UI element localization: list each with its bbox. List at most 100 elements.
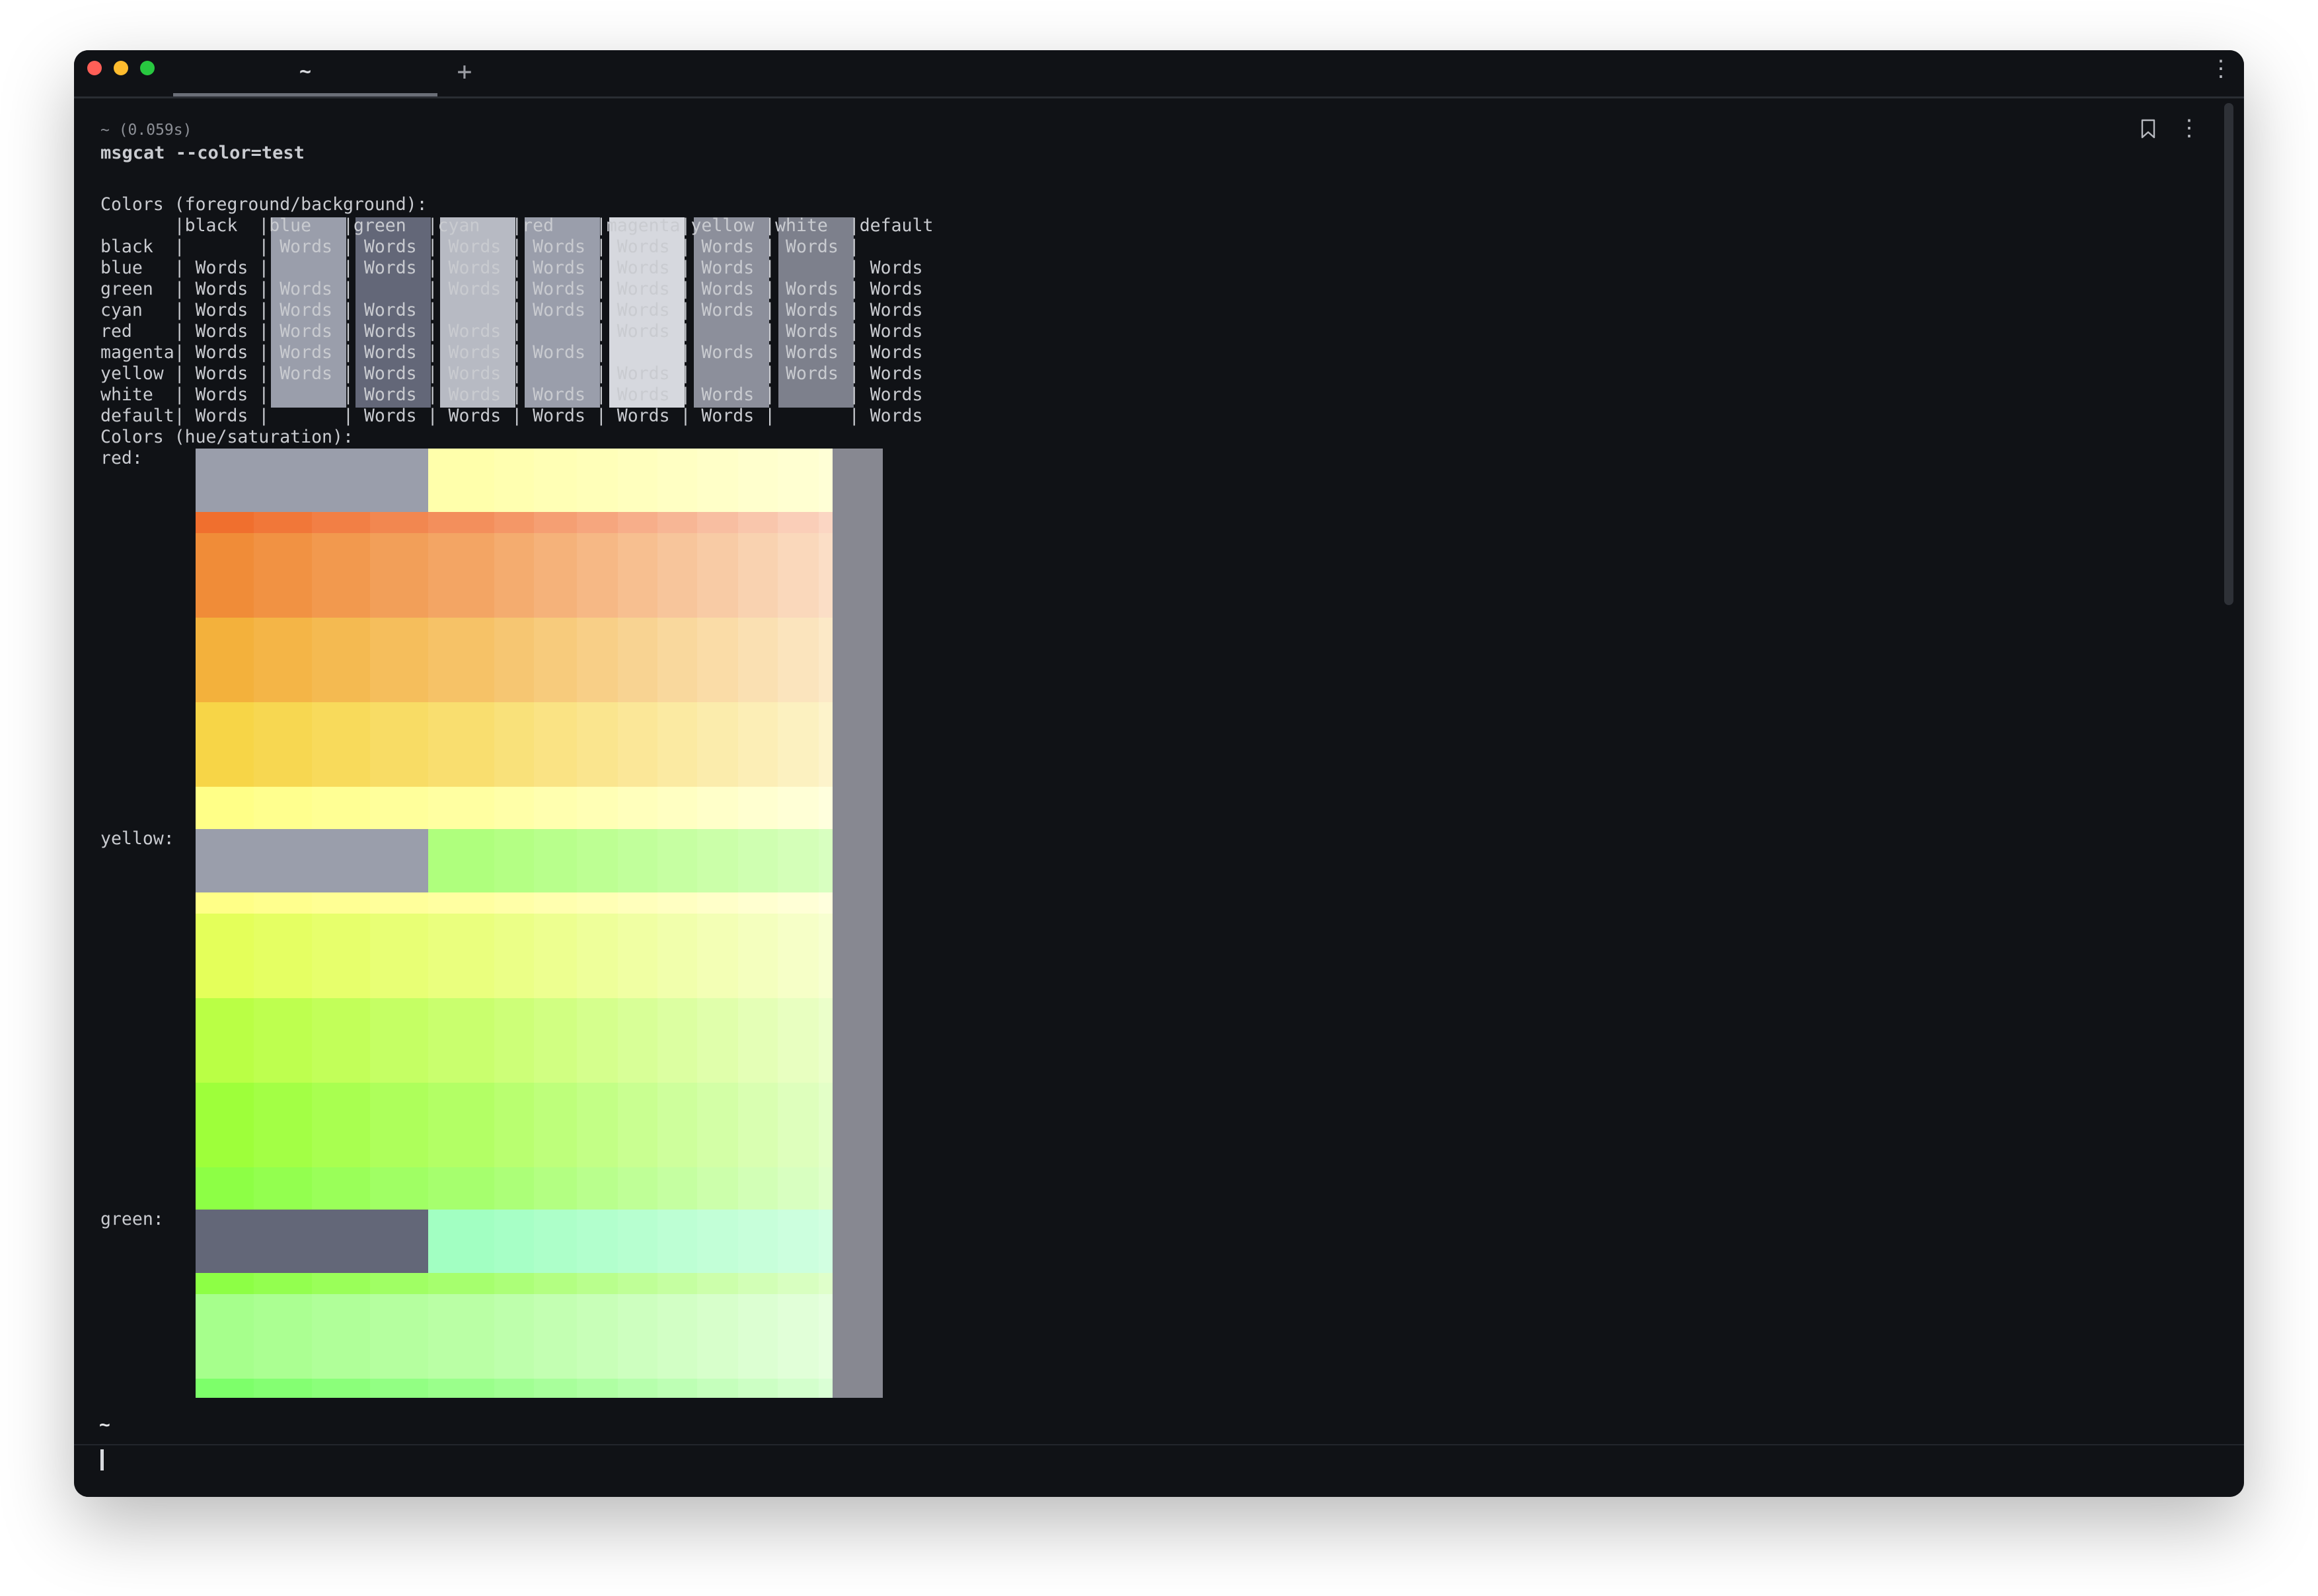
hs-cell	[778, 1336, 819, 1358]
hs-cell	[697, 808, 738, 829]
hs-cell	[738, 1104, 778, 1125]
hs-cell	[697, 449, 738, 512]
hs-cell	[494, 1294, 534, 1315]
hs-cell	[494, 956, 534, 977]
tab-home[interactable]: ~	[173, 50, 437, 96]
hs-cell	[370, 1062, 428, 1083]
hs-cell	[618, 723, 657, 744]
scrollbar-thumb[interactable]	[2224, 103, 2233, 605]
hs-cell	[254, 1188, 312, 1210]
hs-cell	[577, 723, 618, 744]
bookmark-icon[interactable]	[2141, 119, 2155, 139]
hs-cell	[370, 1125, 428, 1146]
hs-cell	[312, 702, 370, 723]
new-tab-button[interactable]: +	[447, 54, 482, 89]
hs-cell	[254, 892, 312, 914]
hs-cell	[778, 1358, 819, 1379]
hs-cell	[738, 766, 778, 787]
hs-cell	[370, 1167, 428, 1188]
window-menu-icon[interactable]: ⋮	[2210, 54, 2232, 83]
hs-cell	[370, 892, 428, 914]
hs-cell	[534, 829, 577, 892]
hs-cell	[196, 1167, 254, 1188]
hs-cell	[428, 1379, 494, 1398]
hs-cell	[254, 639, 312, 660]
hs-cell	[697, 533, 738, 554]
hs-cell	[196, 808, 254, 829]
hs-cell	[657, 1146, 697, 1167]
hs-cell	[312, 618, 370, 639]
hs-cell	[494, 597, 534, 618]
hs-cell	[534, 639, 577, 660]
hs-cell	[534, 1315, 577, 1336]
block-menu-icon[interactable]: ⋮	[2178, 114, 2200, 143]
minimize-window-button[interactable]	[114, 61, 128, 75]
hs-cell	[697, 639, 738, 660]
close-window-button[interactable]	[87, 61, 102, 75]
hs-cell	[254, 1273, 312, 1294]
hs-cell	[428, 533, 494, 554]
hs-cell	[196, 723, 254, 744]
hs-cell	[618, 892, 657, 914]
hs-cell	[657, 956, 697, 977]
fg-bg-table: |black |blue |green |cyan |red |magenta|…	[100, 215, 934, 426]
hs-cell	[428, 998, 494, 1019]
block-command[interactable]: msgcat --color=test	[100, 143, 305, 163]
input-area[interactable]	[74, 1444, 2244, 1497]
hs-cell	[312, 977, 370, 998]
block-duration: ~ (0.059s)	[100, 122, 192, 139]
hs-cell	[738, 829, 778, 892]
hs-cell	[738, 892, 778, 914]
hs-cell	[778, 618, 819, 639]
text-cursor[interactable]	[100, 1449, 104, 1470]
hs-cell	[494, 575, 534, 597]
hs-cell	[697, 1358, 738, 1379]
hs-cell	[494, 1167, 534, 1188]
hs-cell	[778, 660, 819, 681]
hs-cell	[657, 512, 697, 533]
hs-cell	[254, 702, 312, 723]
hs-cell	[254, 1358, 312, 1379]
hs-cell	[494, 1019, 534, 1040]
hs-cell	[312, 1104, 370, 1125]
hs-cell	[778, 1019, 819, 1040]
hs-cell	[196, 1294, 254, 1315]
hs-cell	[778, 533, 819, 554]
maximize-window-button[interactable]	[140, 61, 155, 75]
hs-cell	[657, 935, 697, 956]
hs-cell	[657, 1273, 697, 1294]
hs-cell	[254, 1146, 312, 1167]
hs-cell	[428, 660, 494, 681]
tab-label: ~	[299, 60, 312, 83]
hs-cell	[254, 1379, 312, 1398]
hs-cell	[534, 702, 577, 723]
hs-cell	[254, 1040, 312, 1062]
hs-cell	[534, 914, 577, 935]
hs-cell	[778, 1125, 819, 1146]
hs-cell	[196, 575, 254, 597]
hs-cell	[778, 723, 819, 744]
hs-cell	[577, 1146, 618, 1167]
hs-cell	[577, 533, 618, 554]
hs-cell	[657, 660, 697, 681]
hs-cell	[618, 702, 657, 723]
hs-cell	[618, 998, 657, 1019]
hs-cell	[534, 575, 577, 597]
hs-cell	[196, 1146, 254, 1167]
hs-cell	[577, 1315, 618, 1336]
hs-cell	[312, 892, 370, 914]
hs-cell	[370, 618, 428, 639]
hs-cell	[577, 1062, 618, 1083]
terminal-window: ~ + ⋮ ~ (0.059s) msgcat --color=test ⋮ C…	[74, 50, 2244, 1497]
hs-cell	[697, 829, 738, 892]
hs-cell	[577, 766, 618, 787]
hs-cell	[312, 1273, 370, 1294]
hs-cell	[494, 702, 534, 723]
hs-cell	[697, 618, 738, 639]
hs-cell	[657, 723, 697, 744]
hs-cell	[196, 1273, 254, 1294]
hs-cell	[534, 1379, 577, 1398]
hs-cell	[778, 1273, 819, 1294]
hs-cell	[196, 1336, 254, 1358]
hs-cell	[657, 554, 697, 575]
